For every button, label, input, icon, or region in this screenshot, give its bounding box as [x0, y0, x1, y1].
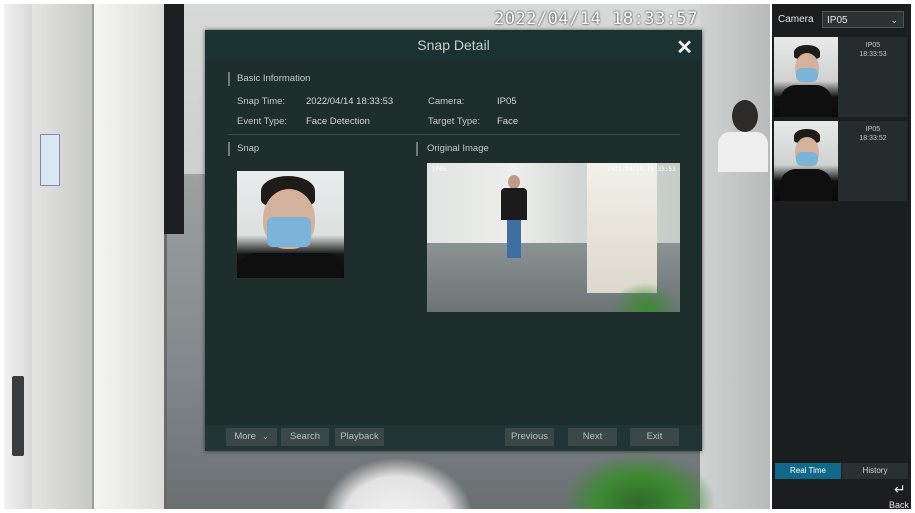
camera-value: IP05 [497, 96, 517, 107]
original-image-camera-osd: IP05 [432, 166, 447, 173]
playback-button[interactable]: Playback [335, 428, 384, 446]
original-image-title: Original Image [427, 143, 489, 154]
original-image-time-osd: 2022/04/14 18:33:53 [607, 166, 676, 173]
more-button-label: More [234, 431, 256, 442]
snapshot-time: 18:33:52 [859, 135, 887, 142]
snap-section-title: Snap [237, 143, 260, 154]
exit-button[interactable]: Exit [630, 428, 679, 446]
basic-info-title: Basic Information [237, 73, 311, 84]
next-button[interactable]: Next [568, 428, 617, 446]
previous-button[interactable]: Previous [505, 428, 554, 446]
search-button[interactable]: Search [281, 428, 329, 446]
camera-filter-label: Camera [778, 14, 814, 25]
snapshot-camera: IP05 [865, 42, 881, 49]
camera-select-value: IP05 [827, 15, 848, 26]
tab-history[interactable]: History [842, 463, 908, 479]
snap-time-label: Snap Time: [237, 96, 286, 107]
more-button[interactable]: More ⌄ [226, 428, 277, 446]
door-handle [12, 376, 24, 456]
back-arrow-icon[interactable]: ↵ [894, 481, 906, 498]
camera-label: Camera: [428, 96, 465, 107]
chevron-down-icon: ⌄ [261, 432, 269, 441]
section-marker [228, 142, 230, 156]
snapshot-meta: IP05 18:33:52 [842, 125, 904, 143]
tab-real-time[interactable]: Real Time [775, 463, 841, 479]
foreground-person [322, 459, 472, 509]
section-marker [416, 142, 418, 156]
snapshot-camera: IP05 [865, 126, 881, 133]
divider [228, 134, 680, 135]
section-marker [228, 72, 230, 86]
camera-select[interactable]: IP05 ⌄ [822, 11, 904, 28]
event-type-value: Face Detection [306, 116, 370, 127]
snapshot-sidebar: Camera IP05 ⌄ IP05 18:33:53 IP05 18:33:5… [772, 4, 911, 510]
snap-time-value: 2022/04/14 18:33:53 [306, 96, 394, 107]
snap-detail-dialog: Snap Detail ✕ Basic Information Snap Tim… [205, 30, 702, 451]
plant [564, 454, 714, 509]
dialog-footer: More ⌄ Search Playback Previous Next Exit [205, 425, 702, 451]
snap-face-image [237, 171, 344, 278]
snapshot-list-item[interactable]: IP05 18:33:53 [774, 37, 907, 117]
original-scene-image: IP05 2022/04/14 18:33:53 [427, 163, 680, 312]
background-person-body [718, 132, 768, 172]
camera-filter-row: Camera IP05 ⌄ [772, 4, 911, 34]
sidebar-tabs: Real Time History [775, 463, 908, 479]
target-type-label: Target Type: [428, 116, 481, 127]
snapshot-list-item[interactable]: IP05 18:33:52 [774, 121, 907, 201]
back-button[interactable]: Back [889, 500, 909, 510]
video-timestamp: 2022/04/14 18:33:57 [494, 9, 698, 29]
snapshot-thumbnail [774, 121, 838, 201]
right-wall [700, 4, 770, 509]
door [32, 4, 94, 509]
target-type-value: Face [497, 116, 519, 127]
snapshot-time: 18:33:53 [859, 51, 887, 58]
dark-pillar [164, 4, 184, 234]
dialog-title-bar: Snap Detail ✕ [205, 30, 702, 60]
event-type-label: Event Type: [237, 116, 287, 127]
dialog-title: Snap Detail [417, 37, 490, 53]
snapshot-meta: IP05 18:33:53 [842, 41, 904, 59]
chevron-down-icon: ⌄ [890, 15, 898, 25]
background-person-head [732, 100, 758, 132]
close-icon[interactable]: ✕ [676, 33, 693, 63]
door-frame [94, 4, 167, 509]
snapshot-thumbnail [774, 37, 838, 117]
wall-sign [40, 134, 60, 186]
